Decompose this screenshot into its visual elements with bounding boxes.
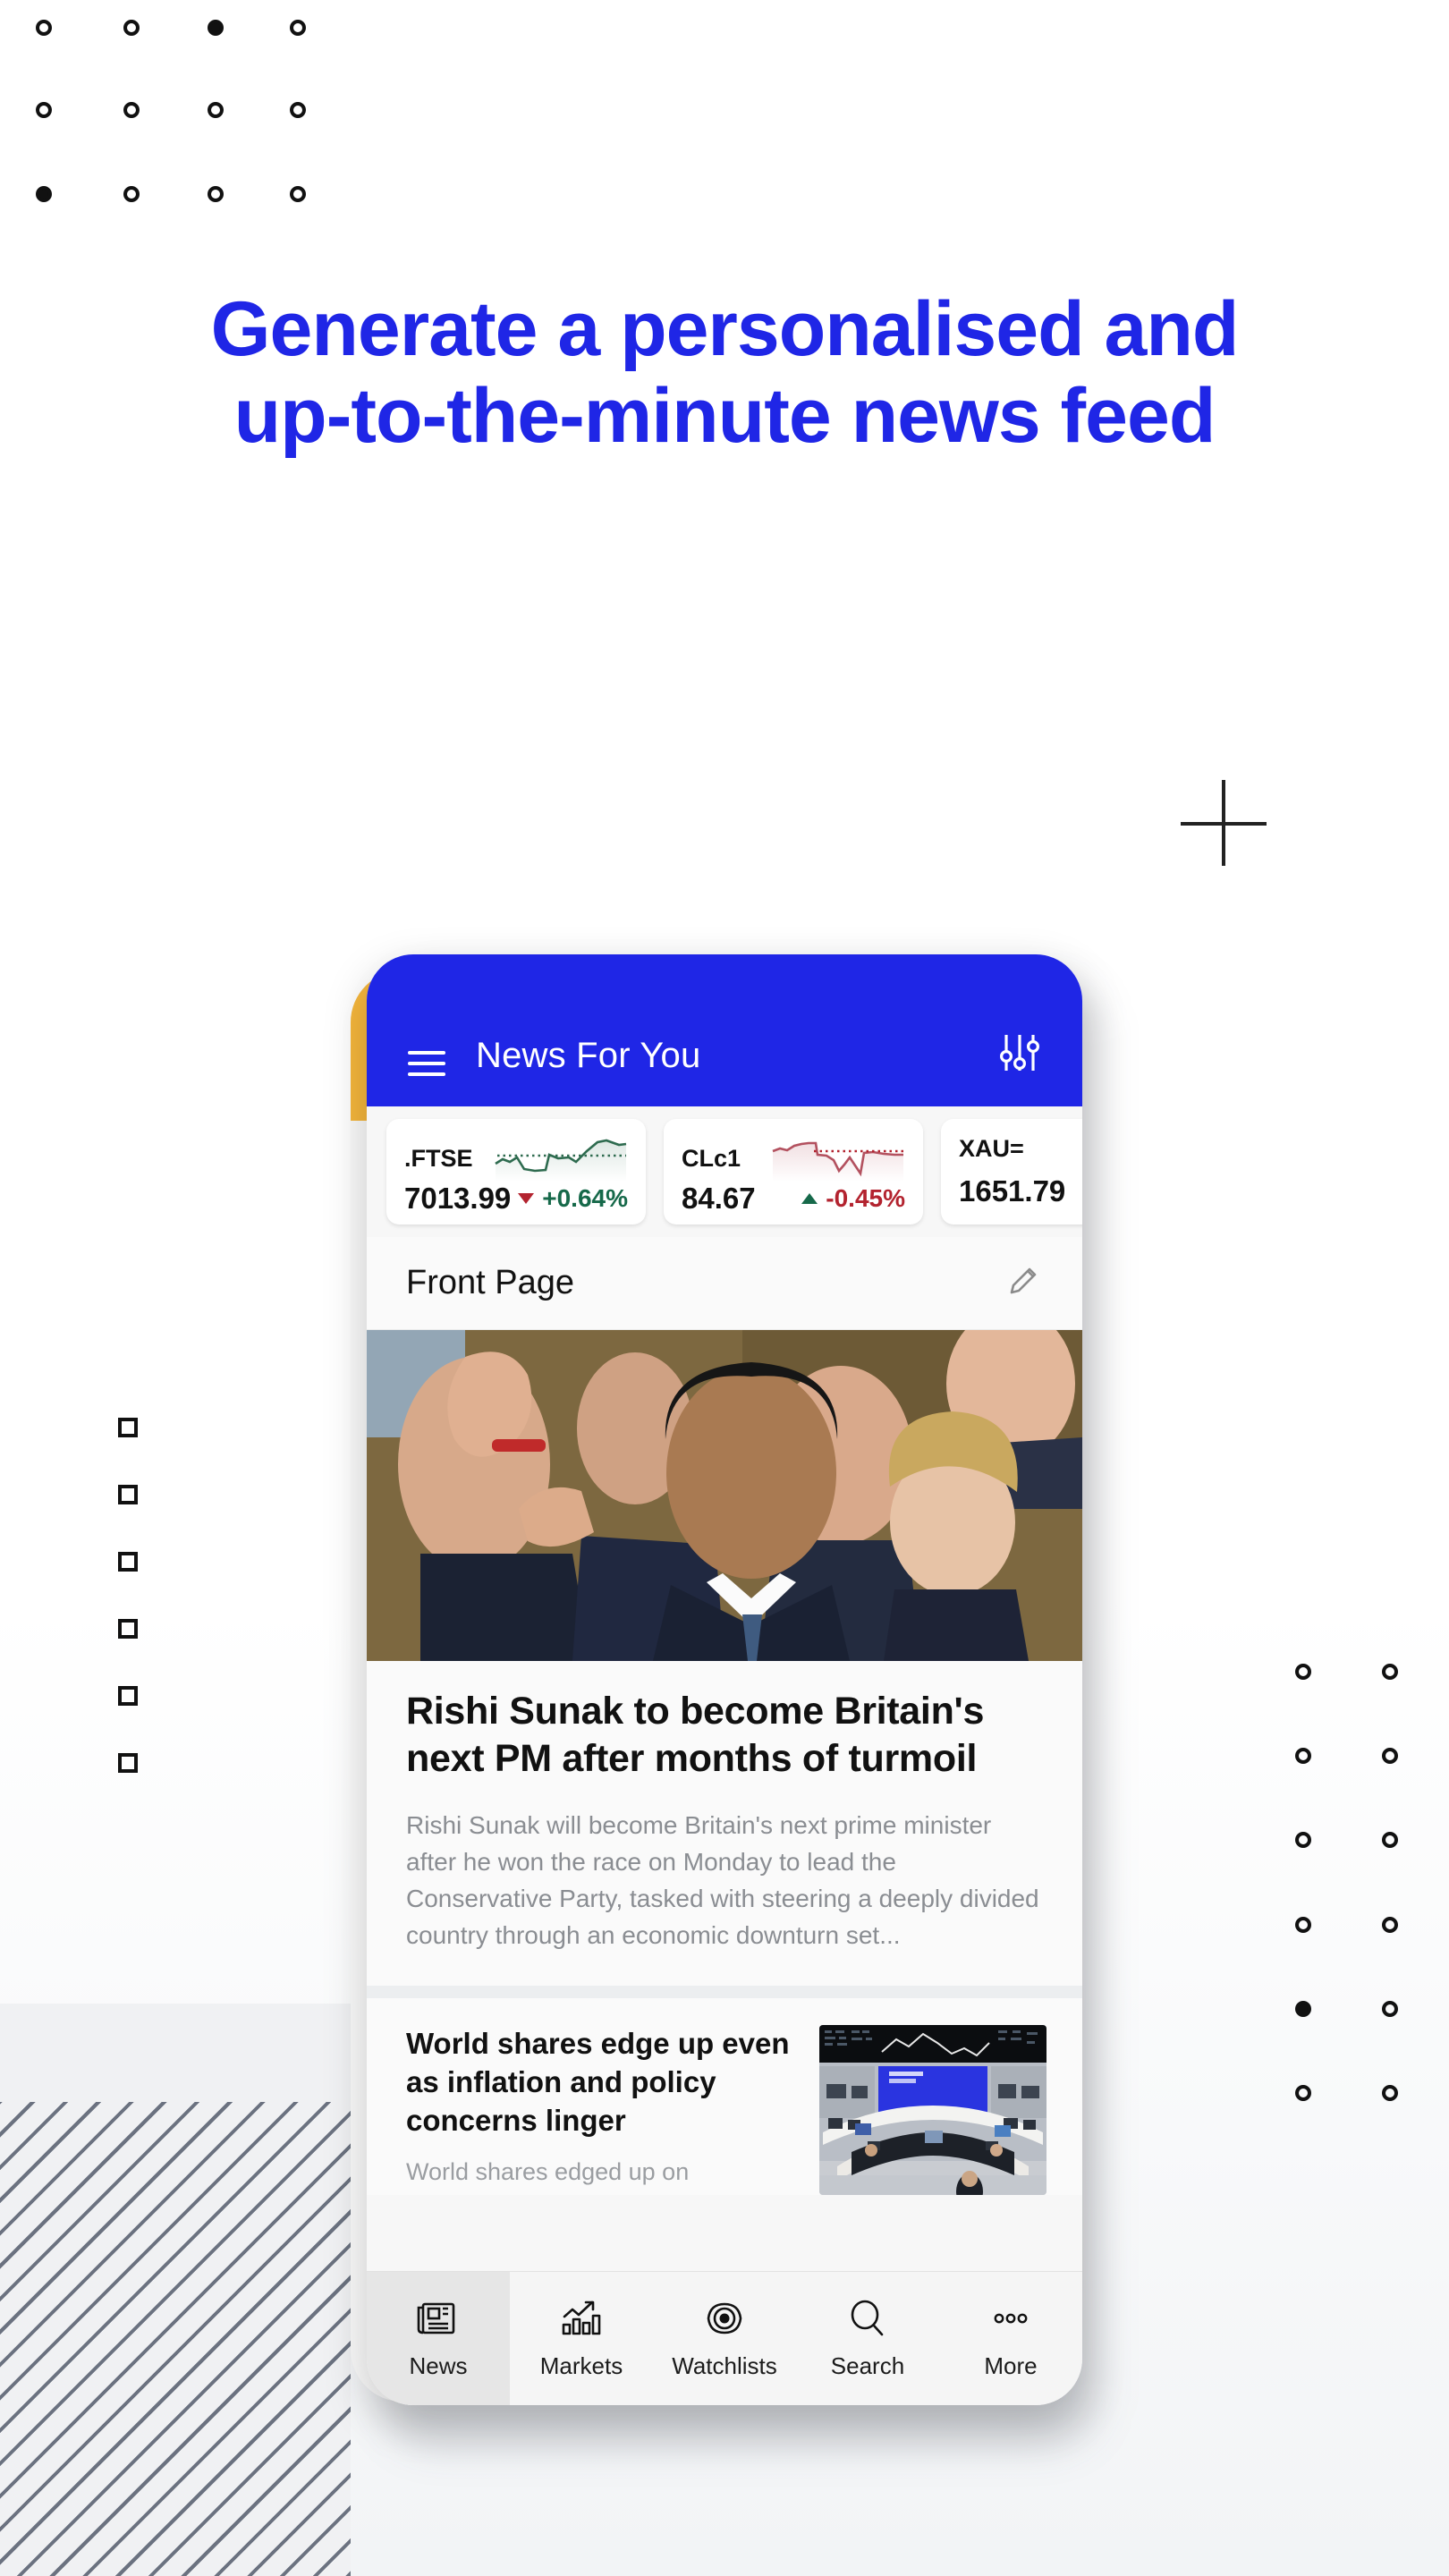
ring-marker xyxy=(36,186,52,202)
section-header: Front Page xyxy=(367,1237,1082,1330)
tab-label: Markets xyxy=(539,2352,623,2379)
ring-marker xyxy=(208,102,224,118)
ring-marker xyxy=(1382,1832,1398,1848)
ring-marker xyxy=(1382,1917,1398,1933)
hero-article-headline: Rishi Sunak to become Britain's next PM … xyxy=(406,1690,985,1781)
ticker-symbol: .FTSE xyxy=(404,1144,473,1172)
square-marker xyxy=(118,1485,138,1504)
ring-marker xyxy=(1382,1664,1398,1680)
ring-marker xyxy=(1295,2085,1311,2101)
ring-marker xyxy=(123,186,140,202)
ring-marker xyxy=(1295,1748,1311,1764)
app-bar-title: News For You xyxy=(476,1036,701,1075)
square-marker xyxy=(118,1619,138,1639)
ticker-price: 84.67 xyxy=(682,1182,756,1215)
article-summary: World shares edged up on xyxy=(406,2157,690,2185)
square-marker xyxy=(118,1753,138,1773)
article-list-item[interactable]: World shares edge up even as inflation a… xyxy=(367,1998,1082,2196)
square-marker xyxy=(118,1686,138,1706)
ring-marker xyxy=(1295,1832,1311,1848)
article-thumbnail xyxy=(819,2025,1046,2196)
tab-markets[interactable]: Markets xyxy=(510,2272,653,2405)
section-title: Front Page xyxy=(406,1264,574,1301)
hero-article-summary: Rishi Sunak will become Britain's next p… xyxy=(406,1810,1039,1950)
app-bar: News For You xyxy=(367,954,1082,1106)
triangle-down-icon xyxy=(518,1193,535,1204)
ring-marker xyxy=(1382,2085,1398,2101)
diagonal-stripe-pattern xyxy=(0,2102,351,2576)
plus-crosshair-mark xyxy=(1181,780,1267,866)
ring-marker xyxy=(1295,1917,1311,1933)
sparkline-chart xyxy=(772,1141,903,1182)
tab-more[interactable]: More xyxy=(939,2272,1082,2405)
ring-marker xyxy=(290,20,306,36)
square-marker xyxy=(118,1552,138,1572)
ring-marker xyxy=(208,20,224,36)
background-tint-panel-left xyxy=(0,2004,351,2576)
ticker-card[interactable]: CLc1 84.67 -0.45% xyxy=(664,1119,923,1224)
ring-marker xyxy=(290,186,306,202)
ticker-card[interactable]: .FTSE 7013.99 +0.64% xyxy=(386,1119,646,1224)
tab-label: Watchlists xyxy=(672,2352,777,2379)
ring-marker xyxy=(1382,1748,1398,1764)
tab-search[interactable]: Search xyxy=(796,2272,939,2405)
ring-marker xyxy=(208,186,224,202)
sliders-filter-icon[interactable] xyxy=(998,1030,1041,1076)
pencil-edit-icon[interactable] xyxy=(1004,1261,1043,1305)
ticker-price: 1651.79 xyxy=(959,1174,1066,1208)
ticker-change: +0.64% xyxy=(518,1184,628,1213)
ticker-change-value: -0.45% xyxy=(826,1184,905,1212)
tab-label: More xyxy=(984,2352,1038,2379)
sparkline-chart xyxy=(495,1139,627,1182)
tab-news[interactable]: News xyxy=(367,2272,510,2405)
triangle-up-icon xyxy=(801,1193,818,1204)
ring-marker xyxy=(123,102,140,118)
ring-marker xyxy=(1382,2001,1398,2017)
tab-label: Search xyxy=(830,2352,905,2379)
bottom-tab-bar[interactable]: News Markets Watchlists Search More xyxy=(367,2271,1082,2405)
ring-marker xyxy=(36,102,52,118)
search-icon xyxy=(851,2300,884,2336)
phone-mockup: News For You .FTSE 7013.99 +0.64% CLc1 8… xyxy=(351,954,1098,2446)
ticker-symbol: XAU= xyxy=(959,1135,1024,1162)
ring-marker xyxy=(290,102,306,118)
phone-screen: News For You .FTSE 7013.99 +0.64% CLc1 8… xyxy=(367,954,1082,2405)
ticker-change-value: +0.64% xyxy=(542,1184,628,1212)
newspaper-icon xyxy=(417,2302,455,2334)
hamburger-menu-icon[interactable] xyxy=(408,1051,445,1076)
ring-marker xyxy=(1295,2001,1311,2017)
tab-label: News xyxy=(409,2352,468,2379)
eye-icon xyxy=(707,2302,742,2334)
ellipsis-icon xyxy=(994,2313,1028,2324)
ticker-card[interactable]: XAU= 1651.79 xyxy=(941,1119,1082,1224)
ring-marker xyxy=(1295,1664,1311,1680)
bar-chart-up-icon xyxy=(562,2301,601,2335)
ticker-strip[interactable]: .FTSE 7013.99 +0.64% CLc1 84.67 -0.45% X… xyxy=(367,1106,1082,1237)
ring-marker xyxy=(123,20,140,36)
page-title: Generate a personalised and up-to-the-mi… xyxy=(210,286,1240,460)
hero-article[interactable]: Rishi Sunak to become Britain's next PM … xyxy=(367,1330,1082,1987)
article-headline: World shares edge up even as inflation a… xyxy=(406,2027,790,2138)
ring-marker xyxy=(36,20,52,36)
ticker-price: 7013.99 xyxy=(404,1182,512,1215)
ticker-symbol: CLc1 xyxy=(682,1144,741,1172)
square-marker xyxy=(118,1418,138,1437)
hero-article-image xyxy=(367,1330,1082,1661)
section-divider xyxy=(367,1986,1082,1999)
ticker-change: -0.45% xyxy=(801,1184,905,1213)
tab-watchlists[interactable]: Watchlists xyxy=(653,2272,796,2405)
